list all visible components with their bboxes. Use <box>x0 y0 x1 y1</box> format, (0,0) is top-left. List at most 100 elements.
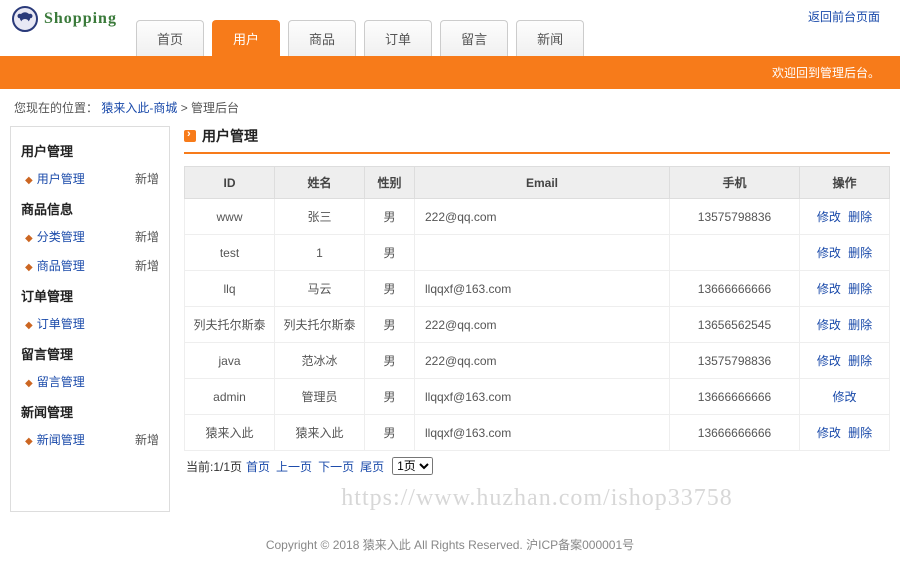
diamond-icon: ◆ <box>25 175 33 186</box>
col-header: 操作 <box>800 167 890 199</box>
tab-1[interactable]: 用户 <box>212 20 280 56</box>
cell-actions: 修改 删除 <box>800 343 890 379</box>
col-header: ID <box>185 167 275 199</box>
breadcrumb-link[interactable]: 猿来入此-商城 <box>101 101 177 115</box>
cell-gender: 男 <box>365 343 415 379</box>
col-header: 手机 <box>670 167 800 199</box>
cell-email <box>415 235 670 271</box>
edit-link[interactable]: 修改 <box>817 318 841 332</box>
sidebar-link[interactable]: 用户管理 <box>37 172 85 186</box>
cell-actions: 修改 删除 <box>800 415 890 451</box>
tab-0[interactable]: 首页 <box>136 20 204 56</box>
cell-email: llqqxf@163.com <box>415 415 670 451</box>
table-row: 猿来入此猿来入此男llqqxf@163.com13666666666修改 删除 <box>185 415 890 451</box>
icp-link[interactable]: 沪ICP备案000001号 <box>526 538 634 552</box>
monkey-icon <box>12 6 38 32</box>
sidebar-group-title: 用户管理 <box>11 135 169 164</box>
sidebar-group-title: 新闻管理 <box>11 396 169 425</box>
table-row: java范冰冰男222@qq.com13575798836修改 删除 <box>185 343 890 379</box>
delete-link[interactable]: 删除 <box>848 282 872 296</box>
table-row: admin管理员男llqqxf@163.com13666666666修改 <box>185 379 890 415</box>
sidebar-item: ◆ 商品管理 新增 <box>11 251 169 280</box>
cell-actions: 修改 删除 <box>800 199 890 235</box>
cell-name: 张三 <box>275 199 365 235</box>
cell-name: 猿来入此 <box>275 415 365 451</box>
cell-actions: 修改 删除 <box>800 307 890 343</box>
col-header: 性别 <box>365 167 415 199</box>
diamond-icon: ◆ <box>25 233 33 244</box>
cell-id: 列夫托尔斯泰 <box>185 307 275 343</box>
edit-link[interactable]: 修改 <box>817 354 841 368</box>
pager-prev[interactable]: 上一页 <box>276 458 312 475</box>
cell-id: test <box>185 235 275 271</box>
diamond-icon: ◆ <box>25 378 33 389</box>
tab-5[interactable]: 新闻 <box>516 20 584 56</box>
sidebar-item: ◆ 留言管理 <box>11 367 169 396</box>
edit-link[interactable]: 修改 <box>817 282 841 296</box>
cell-name: 马云 <box>275 271 365 307</box>
pager-select[interactable]: 1页 <box>392 457 433 475</box>
edit-link[interactable]: 修改 <box>817 426 841 440</box>
sidebar: 用户管理◆用户管理新增商品信息◆分类管理新增◆商品管理新增订单管理◆订单管理留言… <box>10 126 170 512</box>
delete-link[interactable]: 删除 <box>848 210 872 224</box>
logo: Shopping <box>12 6 117 32</box>
welcome-bar: 欢迎回到管理后台。 <box>0 56 900 89</box>
table-row: 列夫托尔斯泰列夫托尔斯泰男222@qq.com13656562545修改 删除 <box>185 307 890 343</box>
sidebar-add-link[interactable]: 新增 <box>135 170 159 187</box>
cell-id: java <box>185 343 275 379</box>
sidebar-add-link[interactable]: 新增 <box>135 431 159 448</box>
cell-actions: 修改 删除 <box>800 271 890 307</box>
sidebar-add-link[interactable]: 新增 <box>135 228 159 245</box>
cell-email: llqqxf@163.com <box>415 379 670 415</box>
cell-phone: 13656562545 <box>670 307 800 343</box>
diamond-icon: ◆ <box>25 436 33 447</box>
pager-first[interactable]: 首页 <box>246 458 270 475</box>
delete-link[interactable]: 删除 <box>848 426 872 440</box>
edit-link[interactable]: 修改 <box>832 390 856 404</box>
tab-3[interactable]: 订单 <box>364 20 432 56</box>
cell-id: 猿来入此 <box>185 415 275 451</box>
tab-4[interactable]: 留言 <box>440 20 508 56</box>
pager: 当前:1/1页 首页 上一页 下一页 尾页 1页 <box>184 451 890 481</box>
edit-link[interactable]: 修改 <box>817 246 841 260</box>
delete-link[interactable]: 删除 <box>848 318 872 332</box>
cell-email: 222@qq.com <box>415 307 670 343</box>
tab-2[interactable]: 商品 <box>288 20 356 56</box>
cell-email: llqqxf@163.com <box>415 271 670 307</box>
cell-id: llq <box>185 271 275 307</box>
cell-name: 范冰冰 <box>275 343 365 379</box>
sidebar-link[interactable]: 商品管理 <box>37 259 85 273</box>
footer: Copyright © 2018 猿来入此 All Rights Reserve… <box>0 522 900 561</box>
cell-gender: 男 <box>365 307 415 343</box>
diamond-icon: ◆ <box>25 320 33 331</box>
breadcrumb: 您现在的位置： 猿来入此-商城 > 管理后台 <box>0 89 900 126</box>
sidebar-link[interactable]: 新闻管理 <box>37 433 85 447</box>
delete-link[interactable]: 删除 <box>848 354 872 368</box>
cell-phone: 13575798836 <box>670 199 800 235</box>
sidebar-link[interactable]: 分类管理 <box>37 230 85 244</box>
sidebar-link[interactable]: 订单管理 <box>37 317 85 331</box>
edit-link[interactable]: 修改 <box>817 210 841 224</box>
cell-name: 列夫托尔斯泰 <box>275 307 365 343</box>
breadcrumb-sep: > <box>181 101 191 115</box>
back-to-front-link[interactable]: 返回前台页面 <box>808 8 880 25</box>
diamond-icon: ◆ <box>25 262 33 273</box>
cell-email: 222@qq.com <box>415 199 670 235</box>
sidebar-item: ◆ 分类管理 新增 <box>11 222 169 251</box>
cell-gender: 男 <box>365 199 415 235</box>
table-row: www张三男222@qq.com13575798836修改 删除 <box>185 199 890 235</box>
watermark: https://www.huzhan.com/ishop33758 <box>184 485 890 512</box>
sidebar-group-title: 留言管理 <box>11 338 169 367</box>
cell-actions: 修改 <box>800 379 890 415</box>
pager-next[interactable]: 下一页 <box>318 458 354 475</box>
breadcrumb-current: 管理后台 <box>191 101 239 115</box>
cell-phone: 13666666666 <box>670 415 800 451</box>
sidebar-add-link[interactable]: 新增 <box>135 257 159 274</box>
sidebar-link[interactable]: 留言管理 <box>37 375 85 389</box>
page-title: 用户管理 <box>184 126 890 154</box>
user-table: ID姓名性别Email手机操作 www张三男222@qq.com13575798… <box>184 166 890 451</box>
delete-link[interactable]: 删除 <box>848 246 872 260</box>
pager-last[interactable]: 尾页 <box>360 458 384 475</box>
cell-gender: 男 <box>365 235 415 271</box>
cell-phone <box>670 235 800 271</box>
